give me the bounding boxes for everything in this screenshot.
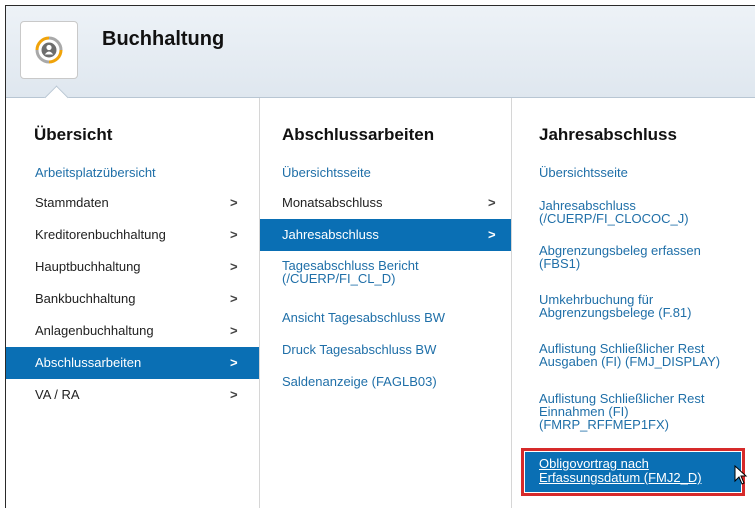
menu-item-tagesabschluss-bericht[interactable]: Tagesabschluss Bericht (/CUERP/FI_CL_D) — [260, 259, 511, 285]
menu-item-abschlussarbeiten[interactable]: Abschlussarbeiten > — [6, 347, 259, 379]
chevron-right-icon: > — [230, 227, 238, 242]
menu-item-va-ra[interactable]: VA / RA > — [6, 379, 259, 411]
header: Buchhaltung — [6, 6, 755, 98]
page-title: Buchhaltung — [102, 28, 225, 50]
menu-item-label: VA / RA — [35, 387, 80, 402]
menu-item-jahresabschluss-clococ[interactable]: Jahresabschluss (/CUERP/FI_CLOCOC_J) — [512, 199, 755, 225]
menu-item-druck-tagesabschluss-bw[interactable]: Druck Tagesabschluss BW — [260, 343, 511, 357]
menu-item-kreditorenbuchhaltung[interactable]: Kreditorenbuchhaltung > — [6, 219, 259, 251]
menu-item-stammdaten[interactable]: Stammdaten > — [6, 187, 259, 219]
menu-item-uebersichtsseite[interactable]: Übersichtsseite — [512, 166, 755, 180]
menu-item-saldenanzeige[interactable]: Saldenanzeige (FAGLB03) — [260, 375, 511, 389]
column-title: Übersicht — [34, 125, 113, 144]
menu-column-abschlussarbeiten: Abschlussarbeiten Übersichtsseite Monats… — [260, 98, 512, 508]
menu-item-ansicht-tagesabschluss-bw[interactable]: Ansicht Tagesabschluss BW — [260, 311, 511, 325]
menu-item-label: Übersichtsseite — [282, 165, 371, 180]
column-title: Jahresabschluss — [539, 125, 677, 144]
menu-item-label: Hauptbuchhaltung — [35, 259, 141, 274]
menu-column-uebersicht: Übersicht Arbeitsplatzübersicht Stammdat… — [6, 98, 260, 508]
menu-item-arbeitsplatzuebersicht[interactable]: Arbeitsplatzübersicht — [6, 166, 259, 180]
menu-item-bankbuchhaltung[interactable]: Bankbuchhaltung > — [6, 283, 259, 315]
chevron-right-icon: > — [230, 259, 238, 274]
menu-item-label: Kreditorenbuchhaltung — [35, 227, 166, 242]
launchpad-menu: Buchhaltung Übersicht Arbeitsplatzübersi… — [5, 5, 755, 508]
menu-item-label: Jahresabschluss — [282, 227, 379, 242]
chevron-right-icon: > — [230, 355, 238, 370]
chevron-right-icon: > — [488, 227, 496, 242]
app-tile-icon[interactable] — [20, 21, 78, 79]
menu-column-jahresabschluss: Jahresabschluss Übersichtsseite Jahresab… — [512, 98, 755, 508]
menu-item-hauptbuchhaltung[interactable]: Hauptbuchhaltung > — [6, 251, 259, 283]
chevron-right-icon: > — [230, 387, 238, 402]
mouse-cursor-icon — [734, 465, 748, 485]
menu-item-uebersichtsseite[interactable]: Übersichtsseite — [260, 166, 511, 180]
accounting-user-cycle-icon — [35, 36, 63, 64]
chevron-right-icon: > — [230, 291, 238, 306]
chevron-right-icon: > — [230, 323, 238, 338]
menu-item-auflistung-ausgaben[interactable]: Auflistung Schließlicher Rest Ausgaben (… — [512, 342, 755, 368]
menu-item-label: Arbeitsplatzübersicht — [35, 165, 156, 180]
menu-item-label: Bankbuchhaltung — [35, 291, 136, 306]
menu-item-label: Stammdaten — [35, 195, 109, 210]
menu-item-obligovortrag[interactable]: Obligovortrag nach Erfassungsdatum (FMJ2… — [525, 452, 741, 492]
menu-item-jahresabschluss[interactable]: Jahresabschluss > — [260, 219, 511, 251]
menu-item-umkehrbuchung[interactable]: Umkehrbuchung für Abgrenzungsbelege (F.8… — [512, 293, 755, 319]
menu-item-anlagenbuchhaltung[interactable]: Anlagenbuchhaltung > — [6, 315, 259, 347]
menu-item-label: Monatsabschluss — [282, 195, 383, 210]
column-title: Abschlussarbeiten — [282, 125, 435, 144]
menu-item-label: Abschlussarbeiten — [35, 355, 142, 370]
chevron-right-icon: > — [230, 195, 238, 210]
menu-item-abgrenzungsbeleg-erfassen[interactable]: Abgrenzungsbeleg erfassen (FBS1) — [512, 244, 755, 270]
chevron-right-icon: > — [488, 195, 496, 210]
menu-item-auflistung-einnahmen[interactable]: Auflistung Schließlicher Rest Einnahmen … — [512, 392, 755, 431]
menu-item-monatsabschluss[interactable]: Monatsabschluss > — [260, 187, 511, 219]
menu-item-label: Anlagenbuchhaltung — [35, 323, 154, 338]
